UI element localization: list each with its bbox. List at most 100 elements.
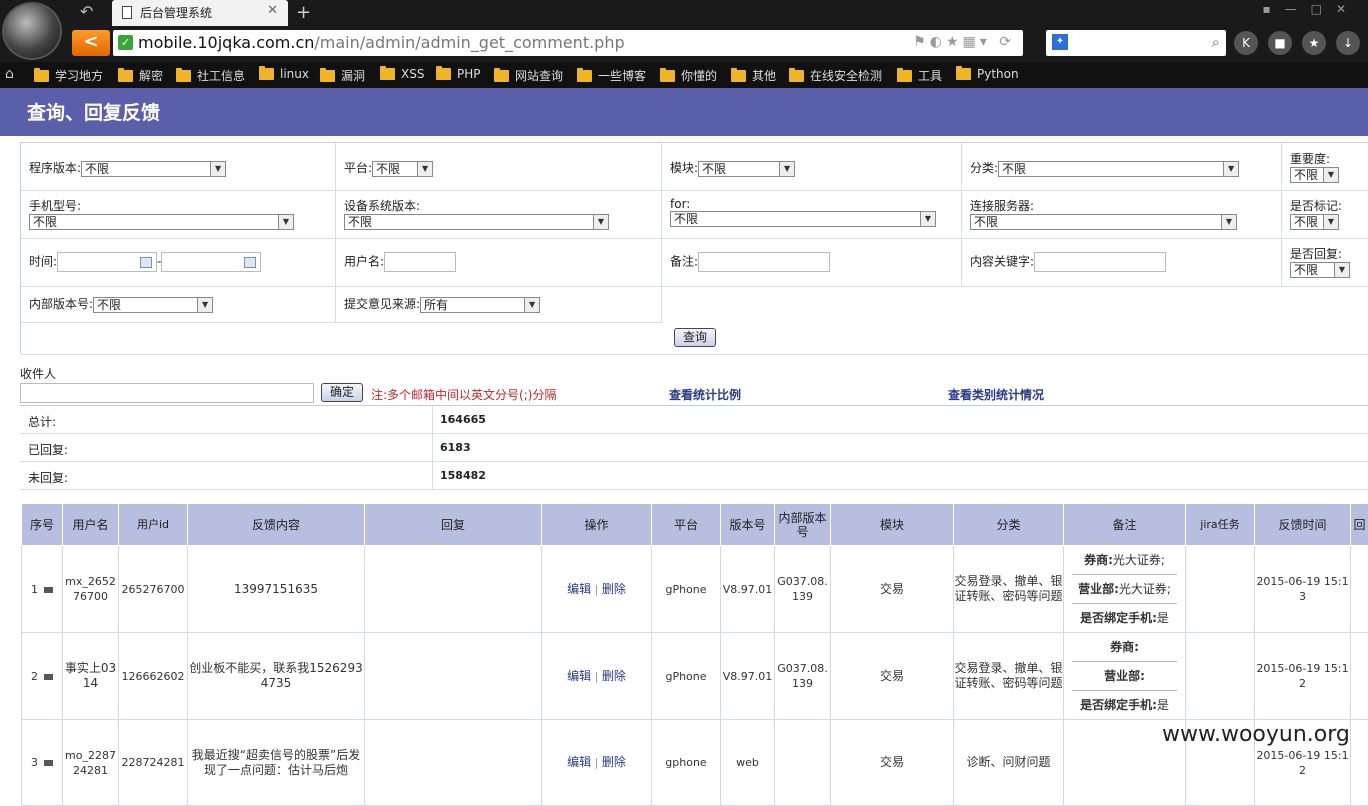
col-header: 回 — [1351, 504, 1368, 546]
browser-avatar[interactable] — [2, 2, 62, 60]
query-button[interactable]: 查询 — [674, 328, 716, 347]
folder-icon — [660, 70, 675, 82]
col-header: 内部版本号 — [775, 504, 831, 546]
stats-row-unreplied: 未回复:158482 — [20, 462, 1368, 490]
internal-version-label: 内部版本号: — [29, 297, 93, 311]
phone-model-select[interactable]: 不限 — [29, 214, 294, 230]
keyword-input[interactable] — [1034, 252, 1166, 272]
for-select[interactable]: 不限 — [670, 211, 936, 227]
category-select[interactable]: 不限 — [998, 161, 1239, 177]
edit-link[interactable]: 编辑 — [567, 582, 591, 596]
col-header: 分类 — [954, 504, 1064, 546]
time-label: 时间: — [29, 255, 57, 269]
browser-tab[interactable]: 后台管理系统 ✕ — [112, 0, 288, 26]
filter-form: 程序版本:不限 平台:不限 模块:不限 分类:不限 重要度:不限 手机型号:不限… — [20, 142, 1368, 354]
replied-select[interactable]: 不限 — [1290, 262, 1350, 278]
col-header: 用户id — [119, 504, 188, 546]
bookmark-folder[interactable]: 漏洞 — [320, 67, 365, 84]
address-bar[interactable]: ✓ mobile.10jqka.com.cn/main/admin/admin_… — [113, 30, 1023, 56]
delete-link[interactable]: 删除 — [602, 669, 626, 683]
platform-select[interactable]: 不限 — [372, 161, 433, 177]
download-icon[interactable]: ↓ — [1336, 31, 1360, 55]
bookmark-folder[interactable]: 在线安全检测 — [789, 67, 882, 84]
source-select[interactable]: 所有 — [420, 297, 540, 313]
server-select[interactable]: 不限 — [970, 214, 1237, 230]
os-version-select[interactable]: 不限 — [344, 214, 609, 230]
keyword-label: 内容关键字: — [970, 255, 1034, 269]
bookmark-folder[interactable]: 一些博客 — [577, 67, 646, 84]
folder-icon — [494, 70, 509, 82]
bookmark-folder[interactable]: 其他 — [731, 67, 776, 84]
category-stats-link[interactable]: 查看类别统计情况 — [948, 386, 1044, 403]
remark-input[interactable] — [698, 252, 830, 272]
star-icon[interactable]: ★ — [1302, 31, 1326, 55]
browser-chrome: ↶ 后台管理系统 ✕ + ▪—□✕ < ✓ mobile.10jqka.com.… — [0, 0, 1368, 62]
user-link[interactable]: mx_265276700 — [63, 546, 119, 633]
col-header: 回复 — [365, 504, 542, 546]
bookmark-folder[interactable]: linux — [259, 67, 309, 81]
calendar-icon[interactable] — [140, 257, 152, 268]
k-icon[interactable]: K — [1234, 31, 1258, 55]
document-icon — [122, 6, 132, 19]
search-icon[interactable]: ⌕ — [1212, 33, 1220, 51]
recipients-input[interactable] — [20, 383, 314, 403]
home-icon[interactable]: ⌂ — [5, 66, 14, 82]
importance-label: 重要度: — [1290, 150, 1361, 167]
user-link[interactable]: mo_228724281 — [63, 720, 119, 806]
bookmark-folder[interactable]: 网站查询 — [494, 67, 563, 84]
close-tab-icon[interactable]: ✕ — [267, 3, 278, 18]
username-input[interactable] — [384, 252, 456, 272]
bookmark-folder[interactable]: 解密 — [118, 67, 163, 84]
col-header: jira任务 — [1186, 504, 1255, 546]
col-header: 平台 — [652, 504, 721, 546]
confirm-button[interactable]: 确定 — [321, 383, 363, 402]
username-label: 用户名: — [344, 255, 384, 269]
tab-title: 后台管理系统 — [140, 6, 212, 20]
delete-link[interactable]: 删除 — [602, 582, 626, 596]
address-bar-icons[interactable]: ⚑◐★▦▾ ⟳ — [913, 34, 1015, 50]
calendar-icon[interactable] — [244, 257, 256, 268]
folder-icon — [320, 70, 335, 82]
stats-row-total: 总计:164665 — [20, 406, 1368, 434]
window-controls[interactable]: ▪—□✕ — [1262, 2, 1360, 16]
edit-link[interactable]: 编辑 — [567, 669, 591, 683]
end-date-input[interactable] — [161, 252, 261, 272]
undo-icon[interactable]: ↶ — [80, 4, 100, 20]
bookmark-folder[interactable]: XSS — [380, 67, 424, 81]
folder-icon — [956, 68, 971, 80]
folder-icon — [731, 70, 746, 82]
bookmark-folder[interactable]: 学习地方 — [34, 67, 103, 84]
bookmark-folder[interactable]: 社工信息 — [176, 67, 245, 84]
source-label: 提交意见来源: — [344, 297, 420, 311]
feedback-table: 序号 用户名 用户id 反馈内容 回复 操作 平台 版本号 内部版本号 模块 分… — [21, 503, 1368, 806]
table-row: 1 mx_265276700 265276700 13997151635 编辑 … — [22, 546, 1368, 633]
table-row: 2 事实上0314 126662602 创业板不能买，联系我1526293473… — [22, 633, 1368, 720]
category-label: 分类: — [970, 161, 998, 175]
col-header: 模块 — [831, 504, 954, 546]
user-link[interactable]: 事实上0314 — [63, 633, 119, 720]
url-domain: mobile.10jqka.com.cn — [138, 33, 314, 52]
row-marker-icon[interactable] — [44, 760, 53, 766]
for-label: for: — [670, 197, 953, 211]
marked-select[interactable]: 不限 — [1290, 214, 1339, 230]
module-select[interactable]: 不限 — [698, 161, 795, 177]
edit-link[interactable]: 编辑 — [567, 755, 591, 769]
stats-ratio-link[interactable]: 查看统计比例 — [669, 386, 741, 403]
col-header: 备注 — [1064, 504, 1186, 546]
delete-link[interactable]: 删除 — [602, 755, 626, 769]
row-marker-icon[interactable] — [44, 674, 53, 680]
internal-version-select[interactable]: 不限 — [93, 297, 213, 313]
lock-icon[interactable]: ■ — [1268, 31, 1292, 55]
bookmark-folder[interactable]: 你懂的 — [660, 67, 717, 84]
bookmark-folder[interactable]: Python — [956, 67, 1019, 81]
importance-select[interactable]: 不限 — [1290, 167, 1339, 183]
app-version-select[interactable]: 不限 — [81, 161, 226, 177]
search-box[interactable]: ✦ ⌕ — [1046, 30, 1226, 56]
security-check-icon: ✓ — [118, 35, 133, 50]
bookmark-folder[interactable]: 工具 — [897, 67, 942, 84]
start-date-input[interactable] — [57, 252, 157, 272]
back-button[interactable]: < — [72, 30, 110, 56]
row-marker-icon[interactable] — [44, 587, 53, 593]
new-tab-icon[interactable]: + — [296, 2, 311, 23]
bookmark-folder[interactable]: PHP — [436, 67, 481, 81]
